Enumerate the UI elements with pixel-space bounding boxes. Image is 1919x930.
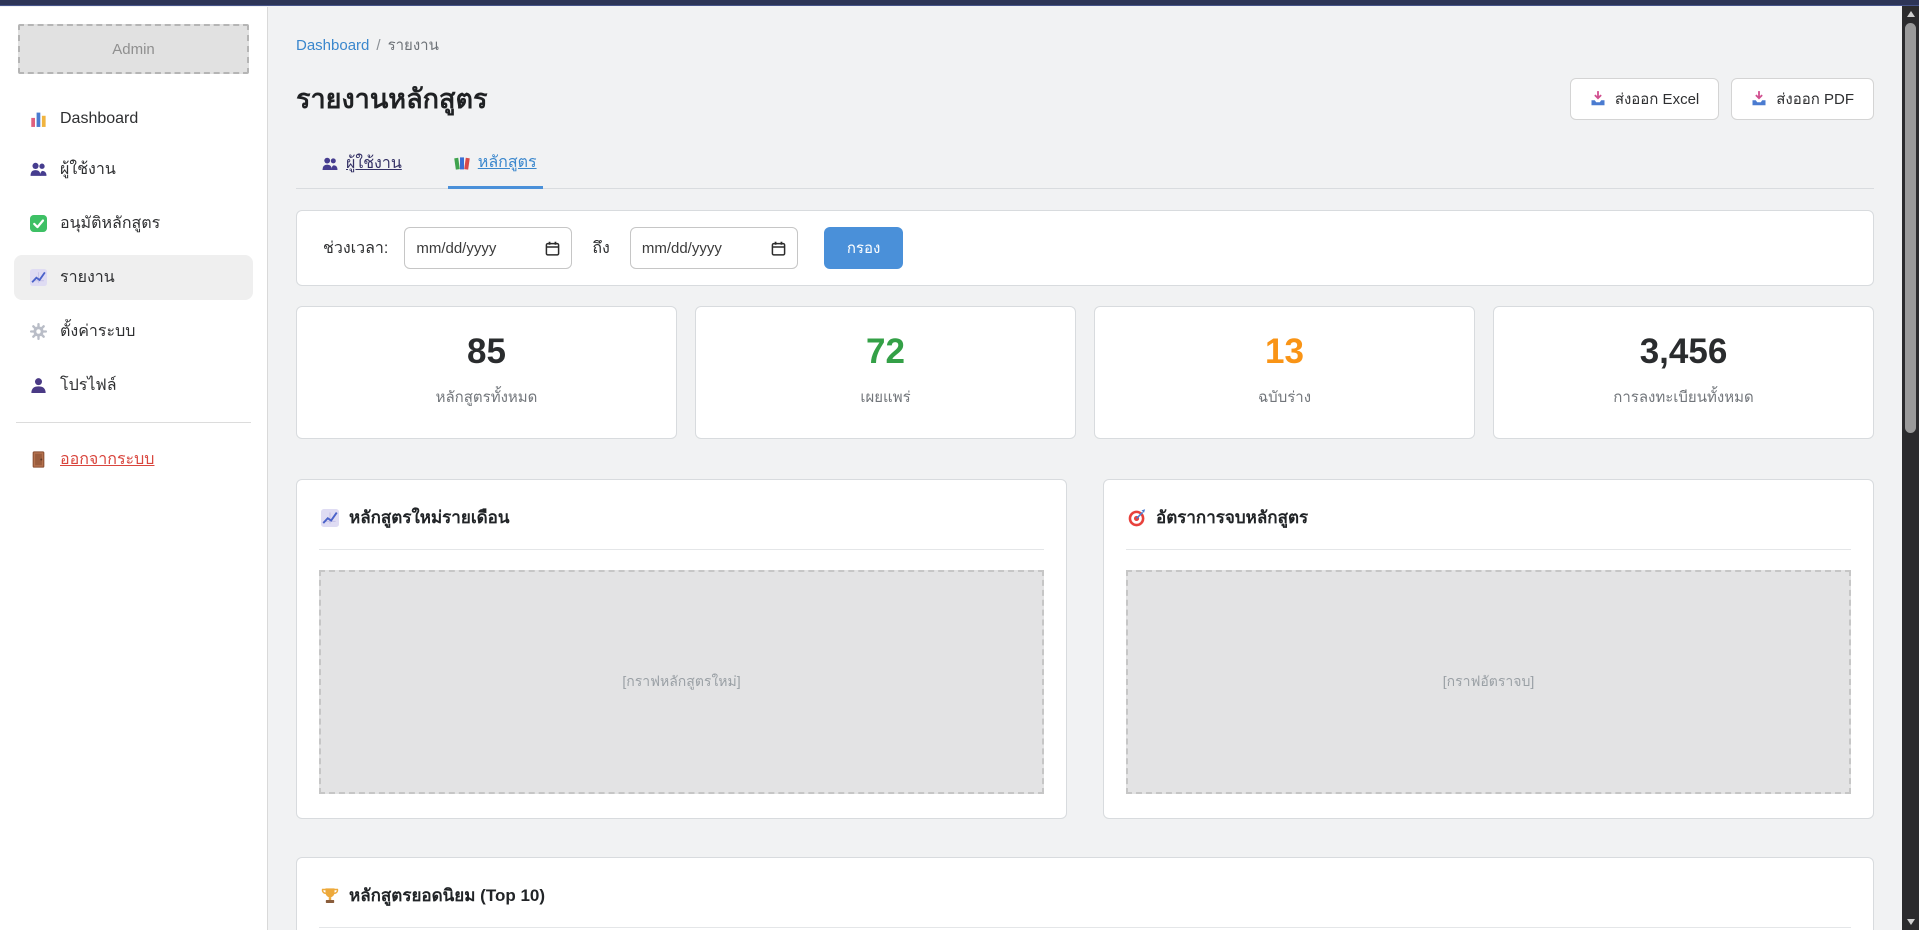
export-excel-label: ส่งออก Excel	[1615, 87, 1699, 111]
stat-card-enrollments: 3,456 การลงทะเบียนทั้งหมด	[1493, 306, 1874, 439]
stat-label: การลงทะเบียนทั้งหมด	[1494, 385, 1873, 409]
calendar-icon[interactable]	[545, 241, 560, 256]
sidebar-divider	[16, 422, 251, 423]
sidebar-item-label: ผู้ใช้งาน	[60, 157, 116, 182]
stat-card-published: 72 เผยแพร่	[695, 306, 1076, 439]
breadcrumb-current: รายงาน	[388, 37, 439, 54]
sidebar-item-reports[interactable]: รายงาน	[14, 255, 253, 300]
chart-placeholder-text: [กราฟหลักสูตรใหม่]	[622, 671, 740, 693]
date-filter-bar: ช่วงเวลา: mm/dd/yyyy ถึง mm/dd/yyyy	[296, 210, 1874, 286]
calendar-icon[interactable]	[771, 241, 786, 256]
vertical-scrollbar[interactable]	[1902, 6, 1919, 930]
breadcrumb: Dashboard / รายงาน	[296, 33, 1874, 57]
new-courses-chart-card: หลักสูตรใหม่รายเดือน [กราฟหลักสูตรใหม่]	[296, 479, 1067, 819]
chart-title: อัตราการจบหลักสูตร	[1156, 504, 1308, 531]
target-icon	[1128, 509, 1146, 527]
stat-value: 85	[297, 334, 676, 369]
completion-rate-chart-placeholder: [กราฟอัตราจบ]	[1126, 570, 1851, 794]
sidebar: Admin Dashboard ผู้ใช้งาน	[0, 7, 268, 930]
books-icon	[454, 155, 470, 171]
sidebar-item-profile[interactable]: โปรไฟล์	[14, 363, 253, 408]
window-top-strip	[0, 0, 1919, 6]
scroll-up-arrow[interactable]	[1902, 6, 1919, 22]
stat-value: 13	[1095, 334, 1474, 369]
chart-title: หลักสูตรใหม่รายเดือน	[349, 504, 510, 531]
tab-courses[interactable]: หลักสูตร	[448, 150, 543, 189]
export-pdf-label: ส่งออก PDF	[1776, 87, 1854, 111]
admin-brand-placeholder: Admin	[18, 24, 249, 74]
sidebar-item-label: รายงาน	[60, 265, 115, 290]
stat-value: 3,456	[1494, 334, 1873, 369]
page-title: รายงานหลักสูตร	[296, 77, 488, 120]
main-area: Dashboard / รายงาน รายงานหลักสูตร ส่งออก E…	[268, 7, 1919, 930]
stat-label: หลักสูตรทั้งหมด	[297, 385, 676, 409]
door-icon	[30, 451, 47, 468]
app-root: Admin Dashboard ผู้ใช้งาน	[0, 0, 1919, 930]
top-courses-title: หลักสูตรยอดนิยม (Top 10)	[349, 882, 545, 909]
date-to-placeholder: mm/dd/yyyy	[642, 240, 722, 257]
charts-row: หลักสูตรใหม่รายเดือน [กราฟหลักสูตรใหม่]	[296, 479, 1874, 819]
line-chart-icon	[30, 269, 47, 286]
download-icon	[1751, 91, 1767, 107]
bar-chart-icon	[30, 111, 47, 128]
sidebar-item-users[interactable]: ผู้ใช้งาน	[14, 147, 253, 192]
sidebar-item-label: ตั้งค่าระบบ	[60, 319, 135, 344]
export-buttons: ส่งออก Excel ส่งออก PDF	[1570, 78, 1874, 120]
completion-rate-chart-card: อัตราการจบหลักสูตร [กราฟอัตราจบ]	[1103, 479, 1874, 819]
new-courses-chart-placeholder: [กราฟหลักสูตรใหม่]	[319, 570, 1044, 794]
sidebar-item-label: Dashboard	[60, 110, 138, 128]
date-to-input[interactable]: mm/dd/yyyy	[630, 227, 798, 269]
report-tabs: ผู้ใช้งาน หลักสูตร	[296, 150, 1874, 189]
date-from-input[interactable]: mm/dd/yyyy	[404, 227, 572, 269]
scroll-down-arrow[interactable]	[1902, 914, 1919, 930]
stat-label: ฉบับร่าง	[1095, 385, 1474, 409]
date-to-label: ถึง	[592, 236, 610, 261]
sidebar-item-settings[interactable]: ตั้งค่าระบบ	[14, 309, 253, 354]
admin-brand-label: Admin	[112, 41, 155, 58]
export-excel-button[interactable]: ส่งออก Excel	[1570, 78, 1719, 120]
stat-value: 72	[696, 334, 1075, 369]
scrollbar-thumb[interactable]	[1905, 23, 1916, 433]
gear-icon	[30, 323, 47, 340]
breadcrumb-separator: /	[376, 37, 380, 54]
check-icon	[30, 215, 47, 232]
users-icon	[30, 161, 47, 178]
tab-users-label: ผู้ใช้งาน	[346, 151, 402, 176]
date-range-label: ช่วงเวลา:	[323, 236, 388, 261]
person-icon	[30, 377, 47, 394]
download-icon	[1590, 91, 1606, 107]
sidebar-item-approve-courses[interactable]: อนุมัติหลักสูตร	[14, 201, 253, 246]
top-courses-card: หลักสูตรยอดนิยม (Top 10)	[296, 857, 1874, 930]
date-from-placeholder: mm/dd/yyyy	[416, 240, 496, 257]
trophy-icon	[321, 887, 339, 905]
chart-placeholder-text: [กราฟอัตราจบ]	[1443, 671, 1535, 693]
stat-card-total-courses: 85 หลักสูตรทั้งหมด	[296, 306, 677, 439]
sidebar-item-label: โปรไฟล์	[60, 373, 117, 398]
tab-users[interactable]: ผู้ใช้งาน	[316, 150, 408, 188]
users-icon	[322, 156, 338, 172]
line-chart-icon	[321, 509, 339, 527]
stats-row: 85 หลักสูตรทั้งหมด 72 เผยแพร่ 13 ฉบับร่า…	[296, 306, 1874, 439]
logout-label: ออกจากระบบ	[60, 447, 154, 472]
stat-card-drafts: 13 ฉบับร่าง	[1094, 306, 1475, 439]
export-pdf-button[interactable]: ส่งออก PDF	[1731, 78, 1874, 120]
tab-courses-label: หลักสูตร	[478, 150, 537, 175]
logout-button[interactable]: ออกจากระบบ	[14, 437, 253, 482]
filter-button[interactable]: กรอง	[824, 227, 903, 269]
sidebar-item-label: อนุมัติหลักสูตร	[60, 211, 160, 236]
stat-label: เผยแพร่	[696, 385, 1075, 409]
breadcrumb-dashboard-link[interactable]: Dashboard	[296, 37, 369, 54]
sidebar-item-dashboard[interactable]: Dashboard	[14, 100, 253, 138]
